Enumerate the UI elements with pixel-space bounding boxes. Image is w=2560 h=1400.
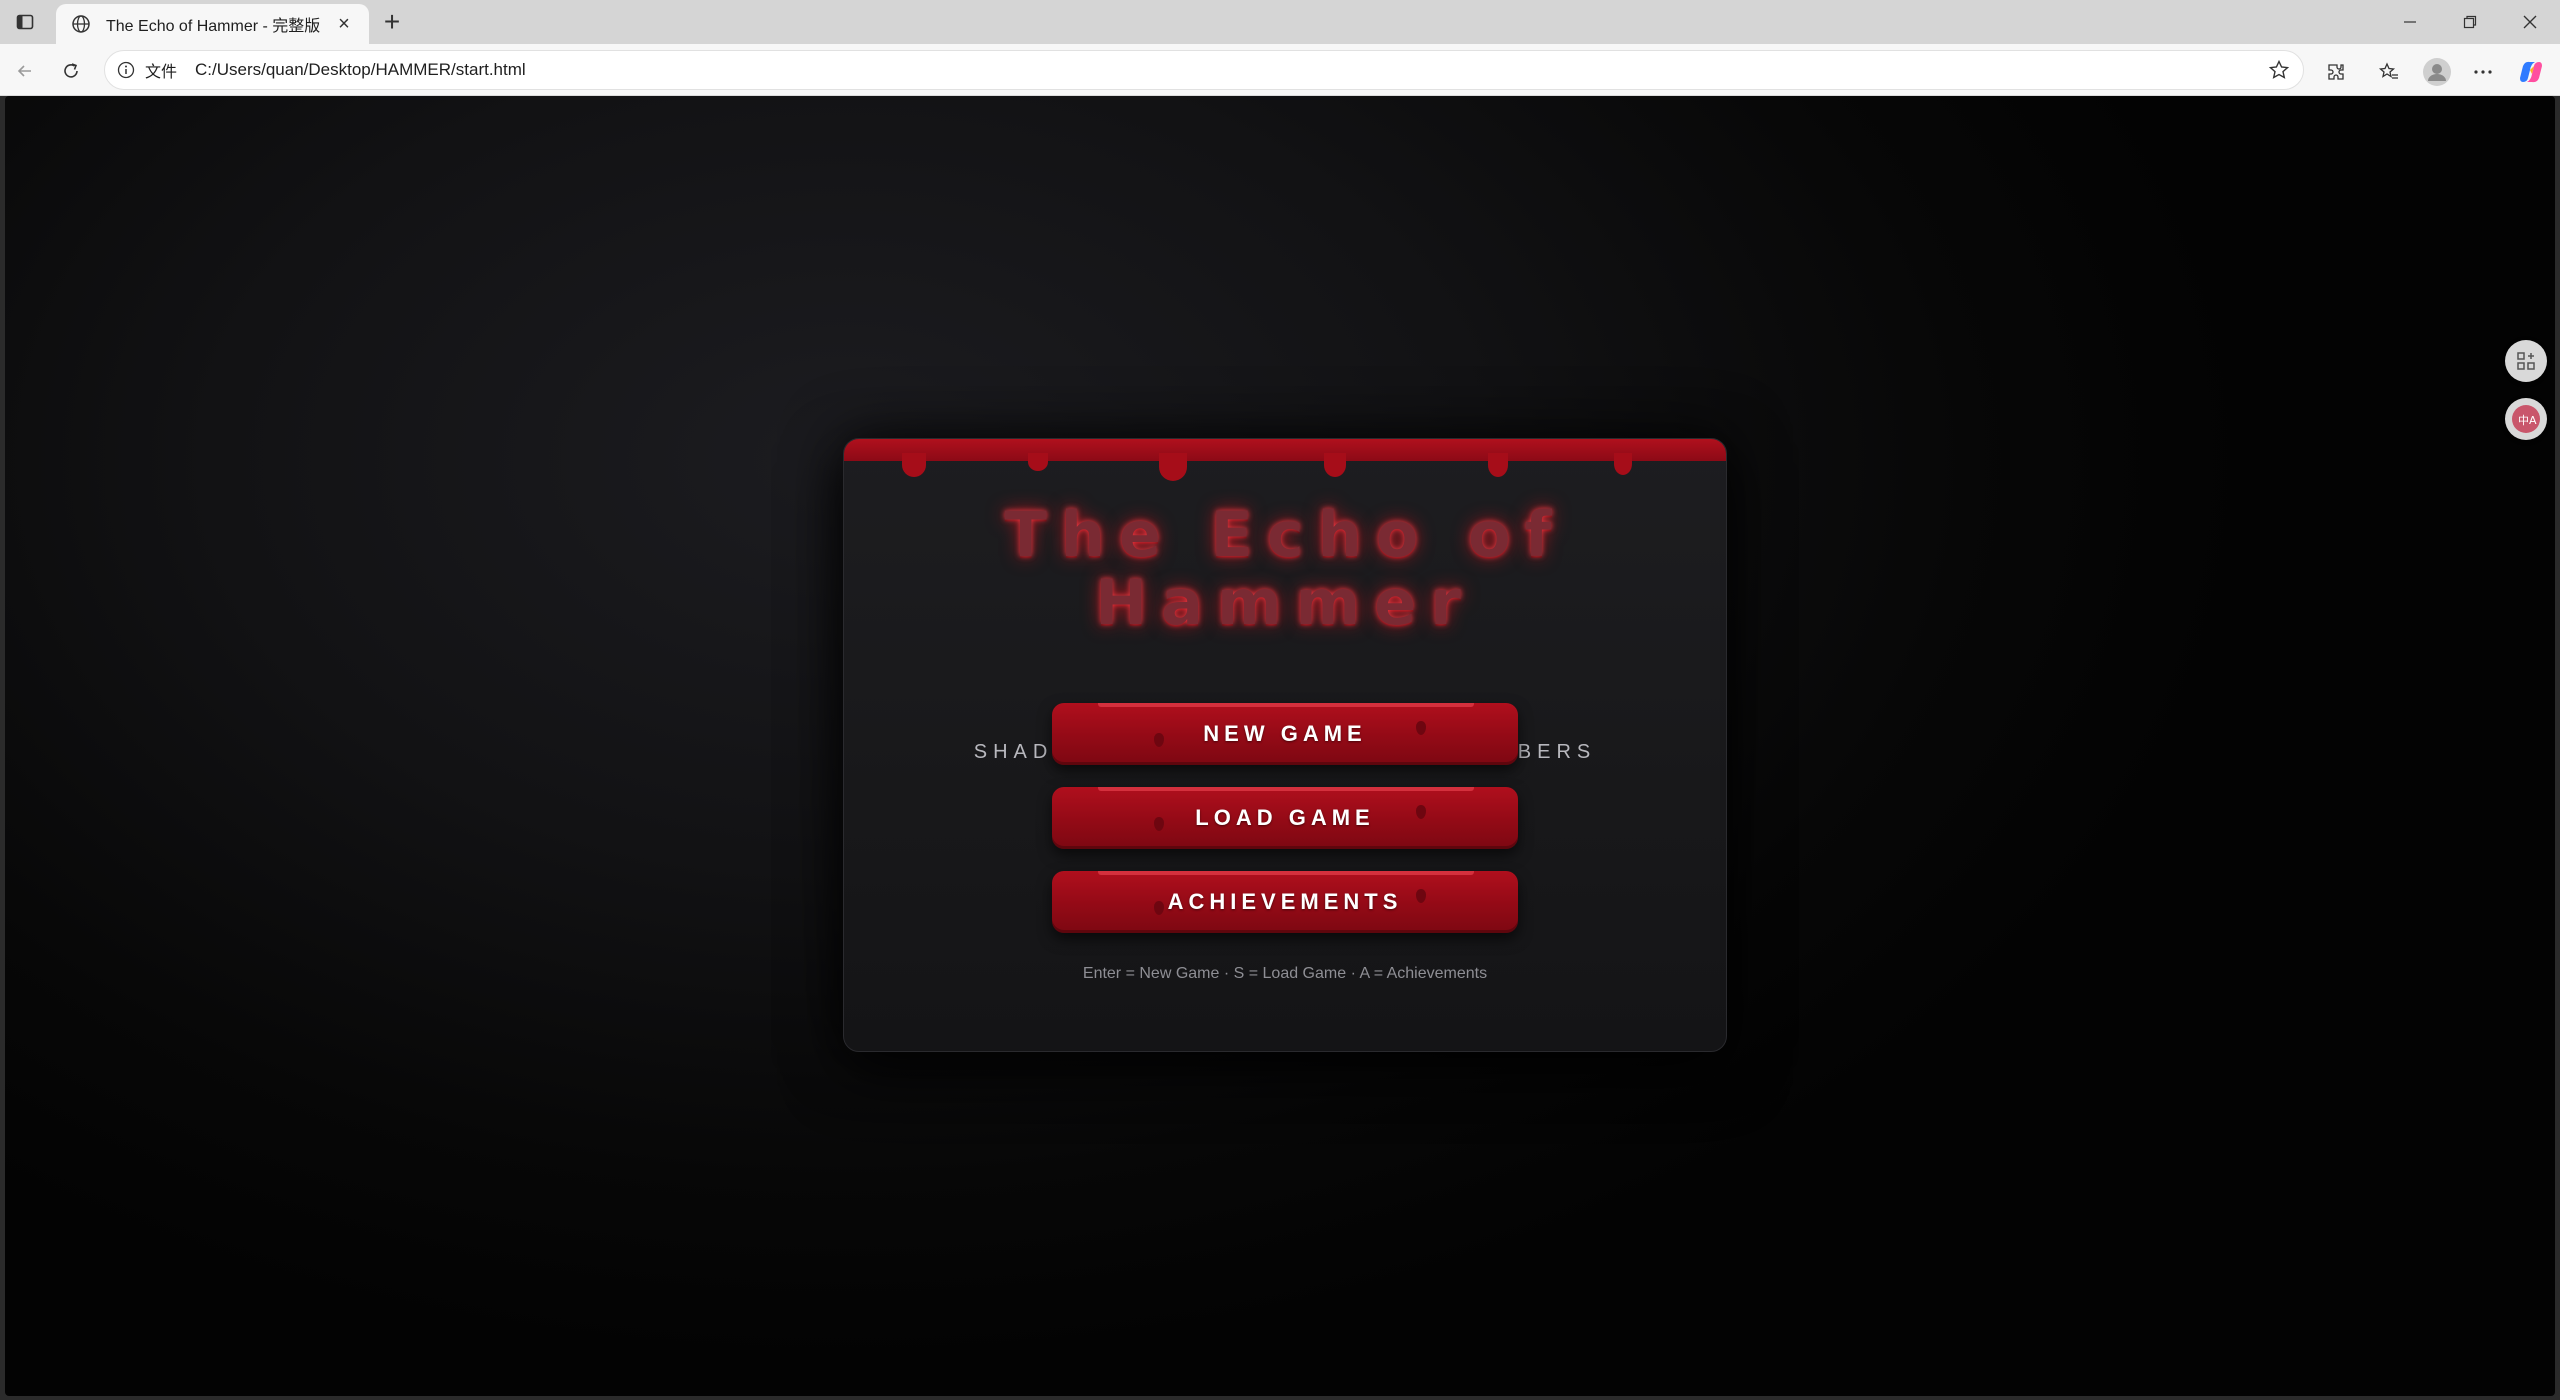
globe-icon	[70, 13, 92, 35]
keyboard-hint: Enter = New Game · S = Load Game · A = A…	[1082, 965, 1488, 982]
blood-drip	[1488, 453, 1508, 477]
blood-drop	[1416, 889, 1426, 903]
copilot-icon[interactable]	[2516, 57, 2546, 87]
svg-text:中A: 中A	[2518, 414, 2537, 427]
blood-drip	[1028, 453, 1048, 471]
extensions-icon[interactable]	[2321, 57, 2351, 87]
tab-title: The Echo of Hammer - 完整版	[106, 18, 321, 35]
address-url[interactable]: C:/Users/quan/Desktop/HAMMER/start.html	[195, 60, 2265, 80]
achievements-button[interactable]: ACHIEVEMENTS	[1052, 871, 1518, 933]
restore-icon[interactable]	[2440, 6, 2500, 38]
game-title-line-1: The Echo of	[1004, 498, 1566, 571]
button-highlight	[1098, 703, 1474, 707]
blood-drop	[1154, 901, 1164, 915]
star-icon[interactable]	[2265, 56, 2293, 84]
blood-drip	[1324, 453, 1346, 477]
new-game-label: NEW GAME	[1203, 721, 1367, 746]
main-menu-panel: The Echo of Hammer SHADOWS WHISPER · BLO…	[843, 438, 1727, 1052]
minimize-icon[interactable]	[2380, 6, 2440, 38]
new-game-button[interactable]: NEW GAME	[1052, 703, 1518, 765]
new-tab-button[interactable]: +	[378, 8, 406, 36]
address-bar[interactable]: 文件 C:/Users/quan/Desktop/HAMMER/start.ht…	[104, 50, 2304, 90]
translate-icon[interactable]: 中A	[2505, 398, 2547, 440]
blood-drip	[902, 453, 926, 477]
button-highlight	[1098, 871, 1474, 875]
page-viewport: The Echo of Hammer SHADOWS WHISPER · BLO…	[5, 96, 2555, 1396]
browser-tab[interactable]: The Echo of Hammer - 完整版 ×	[56, 4, 369, 44]
load-game-button[interactable]: LOAD GAME	[1052, 787, 1518, 849]
load-game-label: LOAD GAME	[1195, 805, 1375, 830]
blood-drop	[1416, 805, 1426, 819]
more-icon[interactable]	[2468, 57, 2498, 87]
blood-drop	[1416, 721, 1426, 735]
favorites-icon[interactable]	[2374, 57, 2404, 87]
apps-icon[interactable]	[2505, 340, 2547, 382]
blood-drip	[1614, 453, 1632, 475]
tab-close-icon[interactable]: ×	[333, 13, 355, 35]
reload-icon[interactable]	[56, 56, 86, 86]
blood-drop	[1154, 817, 1164, 831]
achievements-label: ACHIEVEMENTS	[1167, 889, 1403, 914]
sidebar-toggle-icon[interactable]	[12, 9, 38, 35]
browser-toolbar: 文件 C:/Users/quan/Desktop/HAMMER/start.ht…	[0, 44, 2560, 96]
close-icon[interactable]	[2500, 6, 2560, 38]
address-scheme: 文件	[145, 64, 178, 81]
profile-icon[interactable]	[2422, 57, 2452, 87]
button-highlight	[1098, 787, 1474, 791]
blood-drop	[1154, 733, 1164, 747]
info-icon[interactable]	[115, 59, 137, 81]
back-icon[interactable]	[10, 56, 40, 86]
game-title: The Echo of Hammer	[844, 501, 1726, 637]
game-title-line-2: Hammer	[1095, 566, 1475, 639]
blood-drip-bar	[844, 439, 1726, 461]
browser-titlebar: The Echo of Hammer - 完整版 × +	[0, 0, 2560, 44]
blood-drip	[1159, 453, 1187, 481]
